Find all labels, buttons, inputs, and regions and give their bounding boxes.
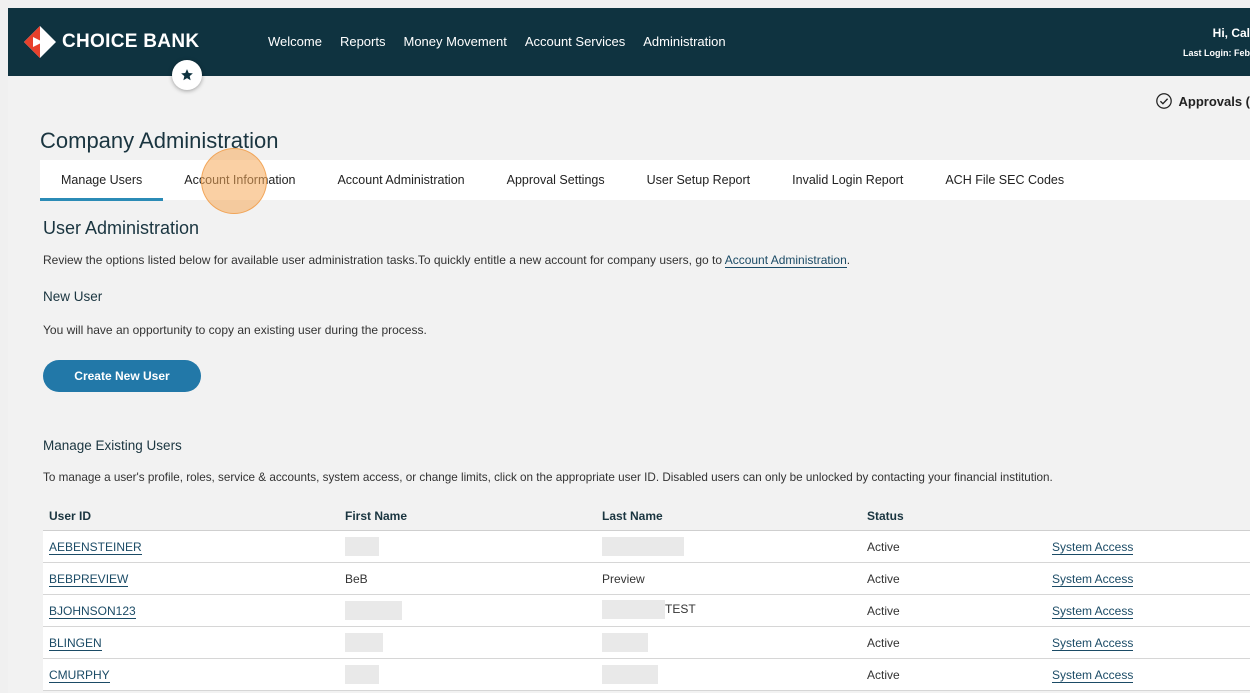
approvals-label: Approvals ( <box>1178 93 1250 109</box>
check-circle-icon <box>1156 93 1173 109</box>
section-title: User Administration <box>43 218 200 238</box>
tab-user-setup-report[interactable]: User Setup Report <box>626 160 772 200</box>
user-id-link[interactable]: AEBENSTEINER <box>49 539 142 555</box>
system-access-link[interactable]: System Access <box>1052 667 1134 683</box>
last-login: Last Login: Feb <box>1183 48 1250 58</box>
header-first-name: First Name <box>339 502 596 531</box>
redacted-block <box>345 601 402 620</box>
favorite-button[interactable] <box>172 60 202 90</box>
status-cell: Active <box>861 562 1046 595</box>
nav-account-services[interactable]: Account Services <box>525 34 625 49</box>
admin-tabs: Manage Users Account Information Account… <box>40 160 1250 201</box>
tab-invalid-login-report[interactable]: Invalid Login Report <box>771 160 924 200</box>
user-id-link[interactable]: BEBPREVIEW <box>49 571 129 587</box>
table-row: BEBPREVIEW BeB Preview Active System Acc… <box>43 562 1250 595</box>
nav-welcome[interactable]: Welcome <box>268 34 322 49</box>
header-last-name: Last Name <box>596 502 861 531</box>
user-id-link[interactable]: CMURPHY <box>49 667 110 683</box>
main-nav: Welcome Reports Money Movement Account S… <box>268 34 726 49</box>
description-tail: . <box>846 253 851 267</box>
first-name-cell: BeB <box>339 562 596 595</box>
redacted-block <box>345 633 383 652</box>
last-name-cell: TEST <box>602 599 696 619</box>
table-row: CMURPHY Active System Access <box>43 658 1250 691</box>
star-icon <box>181 69 193 81</box>
status-cell: Active <box>861 594 1046 627</box>
redacted-block <box>345 537 379 556</box>
redacted-block <box>345 665 379 684</box>
table-row: BLINGEN Active System Access <box>43 626 1250 659</box>
redacted-block <box>602 599 665 619</box>
user-admin-description: Review the options listed below for avai… <box>43 253 851 268</box>
header-status: Status <box>861 502 1046 531</box>
header-actions <box>1046 502 1250 531</box>
table-row: BJOHNSON123 TEST Active System Access <box>43 594 1250 627</box>
last-name-cell: Preview <box>596 562 861 595</box>
manage-existing-users-title: Manage Existing Users <box>43 438 182 453</box>
table-header-row: User ID First Name Last Name Status <box>43 502 1250 531</box>
user-id-link[interactable]: BJOHNSON123 <box>49 603 136 619</box>
status-cell: Active <box>861 626 1046 659</box>
bank-logo[interactable]: CHOICE BANK <box>22 24 199 60</box>
user-id-link[interactable]: BLINGEN <box>49 635 102 651</box>
bank-name: CHOICE BANK <box>62 31 200 52</box>
nav-administration[interactable]: Administration <box>643 34 725 49</box>
redacted-block <box>602 633 648 652</box>
tab-account-administration[interactable]: Account Administration <box>316 160 485 200</box>
manage-users-description: To manage a user's profile, roles, servi… <box>43 471 1053 484</box>
redacted-block <box>602 537 684 556</box>
create-new-user-button[interactable]: Create New User <box>43 360 201 392</box>
account-administration-link[interactable]: Account Administration <box>724 253 847 268</box>
redacted-block <box>602 665 658 684</box>
user-menu[interactable]: Hi, Cal Last Login: Feb <box>1183 26 1250 58</box>
nav-reports[interactable]: Reports <box>340 34 386 49</box>
tab-manage-users[interactable]: Manage Users <box>40 160 164 201</box>
system-access-link[interactable]: System Access <box>1052 539 1134 555</box>
status-cell: Active <box>861 658 1046 691</box>
users-table: User ID First Name Last Name Status AEBE… <box>43 502 1250 691</box>
new-user-description: You will have an opportunity to copy an … <box>43 323 427 337</box>
diamond-arrow-icon <box>24 26 56 58</box>
last-name-text: TEST <box>665 602 696 616</box>
tab-account-information[interactable]: Account Information <box>163 160 316 200</box>
new-user-title: New User <box>43 289 103 304</box>
page-title: Company Administration <box>40 128 279 153</box>
description-text: Review the options listed below for avai… <box>43 253 725 267</box>
tab-ach-file-sec-codes[interactable]: ACH File SEC Codes <box>924 160 1085 200</box>
nav-money-movement[interactable]: Money Movement <box>403 34 506 49</box>
status-cell: Active <box>861 530 1046 563</box>
system-access-link[interactable]: System Access <box>1052 571 1134 587</box>
system-access-link[interactable]: System Access <box>1052 635 1134 651</box>
system-access-link[interactable]: System Access <box>1052 603 1134 619</box>
approvals-link[interactable]: Approvals ( <box>1155 92 1250 110</box>
app-window: CHOICE BANK Welcome Reports Money Moveme… <box>8 8 1250 693</box>
user-greeting: Hi, Cal <box>1212 26 1250 40</box>
tab-approval-settings[interactable]: Approval Settings <box>486 160 626 200</box>
table-row: AEBENSTEINER Active System Access <box>43 530 1250 563</box>
header-user-id: User ID <box>43 502 339 531</box>
